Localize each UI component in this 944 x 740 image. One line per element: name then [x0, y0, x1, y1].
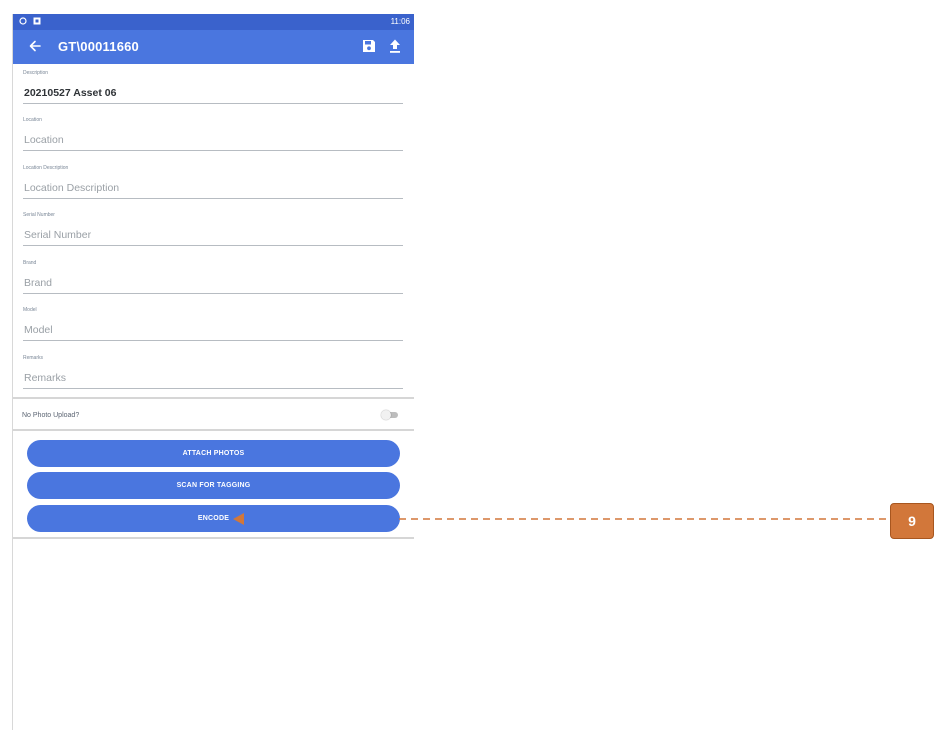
field-underline: [23, 388, 403, 389]
save-icon[interactable]: [362, 39, 376, 53]
brand-label: Brand: [23, 260, 37, 266]
serial-number-placeholder[interactable]: Serial Number: [24, 229, 91, 241]
status-bar: 11:06: [13, 14, 414, 30]
brand-placeholder[interactable]: Brand: [24, 277, 52, 289]
location-label: Location: [23, 117, 42, 123]
model-placeholder[interactable]: Model: [24, 324, 53, 336]
app-bar: GT\00011660: [13, 30, 414, 64]
description-label: Description: [23, 70, 49, 76]
callout-arrow-icon: [233, 513, 244, 525]
field-underline: [23, 198, 403, 199]
field-underline: [23, 103, 403, 104]
upload-icon[interactable]: [388, 38, 402, 54]
toggle-thumb: [381, 410, 391, 420]
section-divider: [13, 429, 414, 431]
section-divider: [13, 397, 414, 399]
clock-time: 11:06: [390, 17, 410, 26]
encode-button[interactable]: ENCODE: [27, 505, 400, 532]
description-value[interactable]: 20210527 Asset 06: [24, 87, 116, 99]
model-label: Model: [23, 307, 37, 313]
location-placeholder[interactable]: Location: [24, 134, 64, 146]
remarks-placeholder[interactable]: Remarks: [24, 372, 66, 384]
field-underline: [23, 340, 403, 341]
page-title: GT\00011660: [58, 39, 139, 54]
sync-icon: [19, 17, 27, 25]
callout-dashed-line: [399, 518, 890, 520]
remarks-label: Remarks: [23, 355, 44, 361]
device-screen: 11:06 GT\00011660 Description 20210527 A…: [12, 14, 414, 730]
arrow-left-icon[interactable]: [27, 38, 43, 54]
serial-number-label: Serial Number: [23, 212, 55, 218]
attach-photos-button[interactable]: ATTACH PHOTOS: [27, 440, 400, 467]
callout-badge: 9: [890, 503, 934, 539]
location-description-placeholder[interactable]: Location Description: [24, 182, 119, 194]
notification-icon: [33, 17, 41, 25]
field-underline: [23, 150, 403, 151]
location-description-label: Location Description: [23, 165, 69, 171]
no-photo-upload-toggle[interactable]: [381, 410, 398, 420]
scan-for-tagging-button[interactable]: SCAN FOR TAGGING: [27, 472, 400, 499]
no-photo-upload-label: No Photo Upload?: [22, 412, 80, 419]
no-photo-upload-row: No Photo Upload?: [13, 401, 414, 429]
field-underline: [23, 293, 403, 294]
section-divider: [13, 537, 414, 539]
field-underline: [23, 245, 403, 246]
